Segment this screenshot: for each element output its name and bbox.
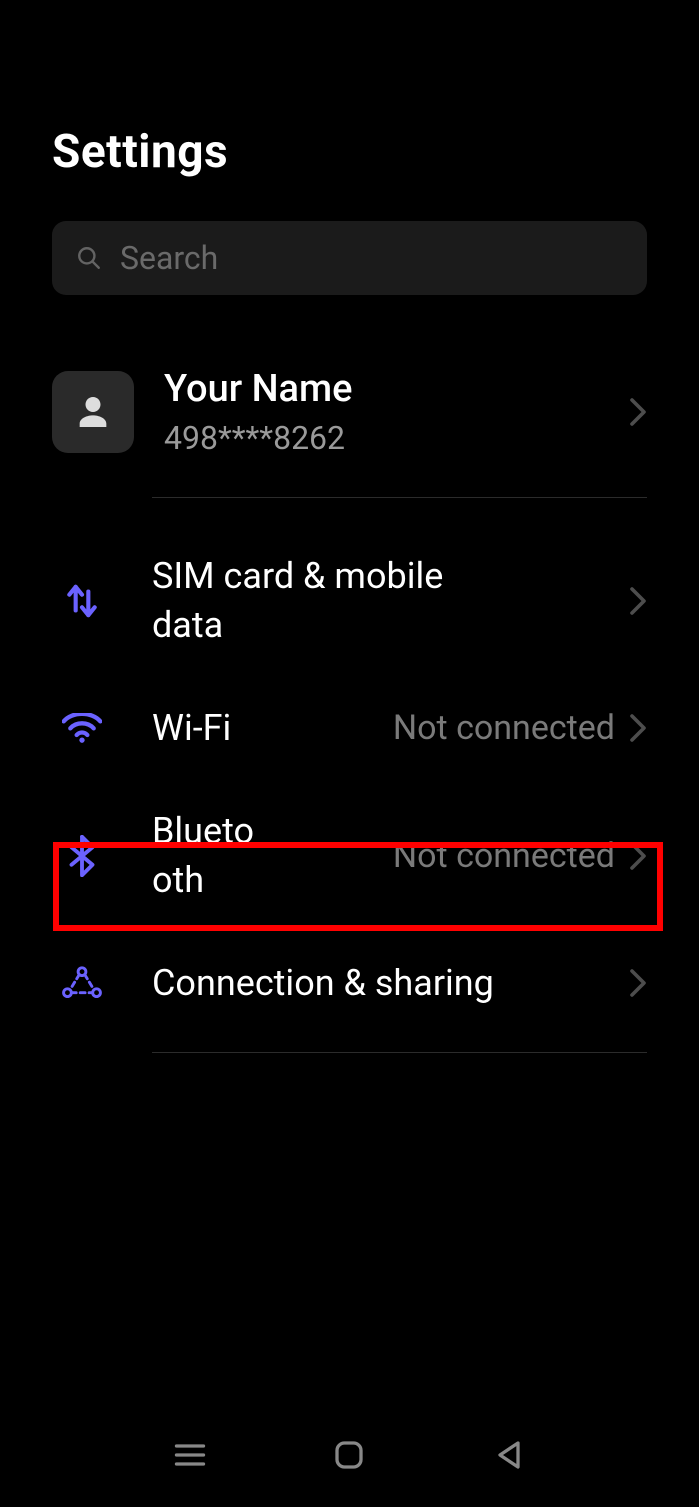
back-icon[interactable] (491, 1437, 527, 1473)
wifi-icon (62, 713, 102, 743)
search-icon (76, 245, 102, 271)
person-icon (73, 392, 113, 432)
row-value: Not connected (262, 836, 629, 876)
chevron-right-icon (629, 397, 647, 427)
search-input[interactable]: Search (52, 221, 647, 295)
row-bluetooth[interactable]: Bluetooth Not connected (52, 783, 647, 928)
account-name: Your Name (164, 367, 629, 411)
chevron-right-icon (629, 968, 647, 998)
row-connection-sharing[interactable]: Connection & sharing (52, 928, 647, 1038)
row-label: Wi-Fi (152, 704, 231, 753)
mobile-data-icon (63, 582, 101, 620)
chevron-right-icon (629, 841, 647, 871)
chevron-right-icon (629, 713, 647, 743)
recent-apps-icon[interactable] (172, 1437, 208, 1473)
navigation-bar (0, 1425, 699, 1485)
account-row[interactable]: Your Name 498****8262 (52, 367, 647, 497)
row-label: Bluetooth (152, 807, 262, 904)
connection-sharing-icon (61, 964, 103, 1002)
bluetooth-icon (68, 835, 96, 877)
row-sim-card-mobile-data[interactable]: SIM card & mobile data (52, 528, 647, 673)
avatar (52, 371, 134, 453)
row-label: SIM card & mobile data (152, 552, 512, 649)
account-phone: 498****8262 (164, 419, 629, 457)
home-icon[interactable] (331, 1437, 367, 1473)
row-wifi[interactable]: Wi-Fi Not connected (52, 673, 647, 783)
page-title: Settings (52, 125, 647, 179)
divider (152, 497, 647, 498)
row-value: Not connected (231, 708, 629, 748)
chevron-right-icon (629, 586, 647, 616)
search-placeholder: Search (120, 239, 218, 277)
divider (152, 1052, 647, 1053)
row-label: Connection & sharing (152, 959, 494, 1008)
